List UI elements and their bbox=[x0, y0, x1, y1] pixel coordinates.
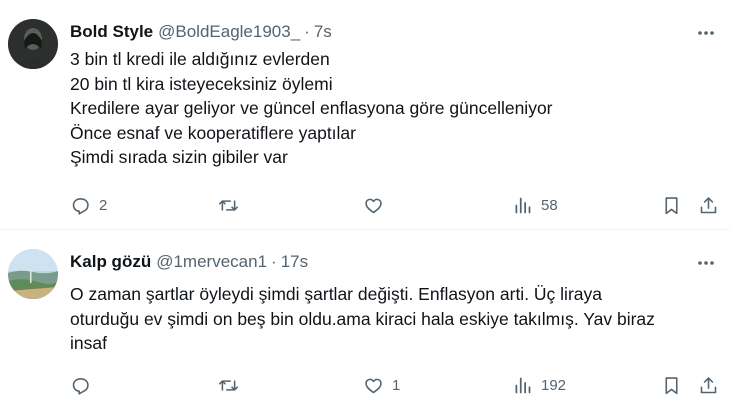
bookmark-icon bbox=[661, 375, 682, 396]
separator-dot: · bbox=[271, 252, 277, 271]
timestamp[interactable]: 7s bbox=[314, 22, 332, 42]
views-count: 192 bbox=[541, 376, 567, 394]
reply-bubble-icon bbox=[70, 195, 91, 216]
more-dots-icon[interactable] bbox=[696, 23, 716, 43]
user-handle[interactable]: @1mervecan1 bbox=[156, 252, 267, 272]
share-upload-icon bbox=[698, 195, 719, 216]
tweet[interactable]: Bold Style @BoldEagle1903_ · 7s 3 bin tl… bbox=[0, 0, 730, 229]
avatar-image bbox=[8, 19, 58, 69]
avatar-image bbox=[8, 249, 58, 299]
heart-icon bbox=[363, 195, 384, 216]
tweet-text-line: Önce esnaf ve kooperatiflere yaptılar bbox=[70, 122, 356, 143]
tweet-text-line: oturduğu ev şimdi on beş bin oldu.ama ki… bbox=[70, 308, 655, 329]
tweet-text-line: Şimdi sırada sizin gibiler var bbox=[70, 147, 288, 167]
views-button[interactable]: 192 bbox=[512, 373, 566, 397]
tweet[interactable]: Kalp gözü @1mervecan1 · 17s O zaman şart… bbox=[0, 230, 730, 420]
reply-button[interactable] bbox=[70, 373, 99, 397]
tweet-header: Bold Style @BoldEagle1903_ · 7s bbox=[70, 22, 332, 44]
views-bar-chart-icon bbox=[512, 195, 533, 216]
tweet-actions: 1 192 bbox=[0, 373, 730, 397]
tweet-text-line: insaf bbox=[70, 333, 107, 353]
avatar[interactable] bbox=[8, 249, 58, 299]
more-dots-icon[interactable] bbox=[696, 253, 716, 273]
user-handle[interactable]: @BoldEagle1903_ bbox=[158, 22, 300, 42]
like-button[interactable]: 1 bbox=[363, 373, 400, 397]
views-bar-chart-icon bbox=[512, 375, 533, 396]
display-name[interactable]: Bold Style bbox=[70, 22, 153, 42]
reply-count: 2 bbox=[99, 196, 108, 214]
bookmark-icon bbox=[661, 195, 682, 216]
tweet-text-line: 20 bin tl kira isteyeceksiniz öylemi bbox=[70, 73, 333, 94]
tweet-header: Kalp gözü @1mervecan1 · 17s bbox=[70, 252, 308, 274]
retweet-button[interactable] bbox=[218, 193, 247, 217]
bookmark-button[interactable] bbox=[661, 373, 682, 397]
tweet-text-line: O zaman şartlar öyleydi şimdi şartlar de… bbox=[70, 284, 602, 304]
views-button[interactable]: 58 bbox=[512, 193, 558, 217]
bookmark-button[interactable] bbox=[661, 193, 682, 217]
share-upload-icon bbox=[698, 375, 719, 396]
heart-icon bbox=[363, 375, 384, 396]
views-count: 58 bbox=[541, 196, 558, 214]
separator-dot: · bbox=[304, 22, 310, 41]
like-button[interactable] bbox=[363, 193, 392, 217]
tweet-text: O zaman şartlar öyleydi şimdi şartlar de… bbox=[70, 282, 710, 356]
avatar[interactable] bbox=[8, 19, 58, 69]
tweet-actions: 2 58 bbox=[0, 193, 730, 217]
tweet-text-line: 3 bin tl kredi ile aldığınız evlerden bbox=[70, 49, 330, 69]
display-name[interactable]: Kalp gözü bbox=[70, 252, 151, 272]
tweet-text-line: Kredilere ayar geliyor ve güncel enflasy… bbox=[70, 98, 553, 118]
like-count: 1 bbox=[392, 376, 401, 394]
retweet-arrows-icon bbox=[218, 195, 239, 216]
tweet-text: 3 bin tl kredi ile aldığınız evlerden 20… bbox=[70, 47, 710, 170]
reply-bubble-icon bbox=[70, 375, 91, 396]
share-button[interactable] bbox=[698, 193, 719, 217]
share-button[interactable] bbox=[698, 373, 719, 397]
retweet-button[interactable] bbox=[218, 373, 247, 397]
retweet-arrows-icon bbox=[218, 375, 239, 396]
timestamp[interactable]: 17s bbox=[281, 252, 308, 272]
reply-button[interactable]: 2 bbox=[70, 193, 107, 217]
